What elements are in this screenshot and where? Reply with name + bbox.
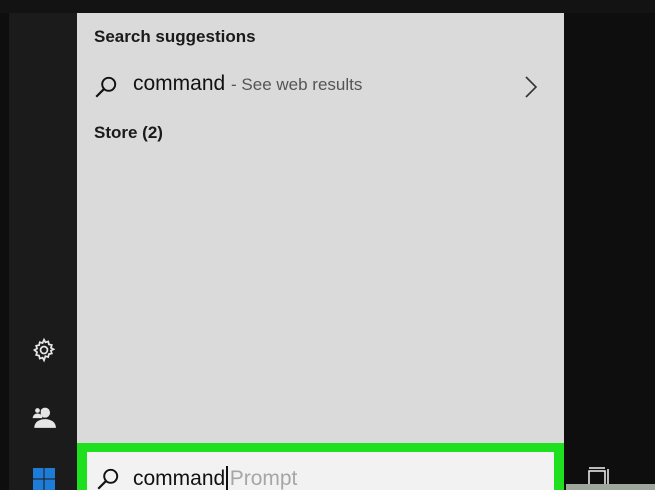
search-icon (95, 76, 117, 98)
web-suggestion-row[interactable]: command - See web results (77, 65, 564, 107)
chevron-right-icon[interactable] (521, 74, 541, 100)
search-input-text: command Prompt (133, 466, 297, 490)
search-icon (97, 468, 119, 490)
search-input-placeholder: Prompt (229, 467, 298, 490)
suggestion-query: command (133, 72, 226, 95)
suggestion-subtext: - See web results (231, 75, 363, 94)
search-highlight-frame: command Prompt (77, 443, 564, 490)
search-input[interactable]: command Prompt (87, 452, 554, 490)
windows-logo-icon[interactable] (31, 466, 57, 490)
text-caret (226, 466, 228, 490)
top-bar (0, 0, 655, 13)
start-rail (9, 13, 77, 490)
gear-icon-graphic (32, 337, 56, 363)
desktop-background-strip (566, 484, 655, 490)
search-suggestions-header: Search suggestions (94, 27, 256, 46)
suggestion-text: command - See web results (133, 72, 362, 96)
search-results-panel: Search suggestions command - See web res… (77, 13, 564, 490)
store-header[interactable]: Store (2) (94, 123, 163, 143)
gear-icon[interactable] (31, 337, 57, 363)
search-input-value: command (133, 467, 226, 490)
screen: Search suggestions command - See web res… (0, 0, 655, 490)
user-icon-graphic (32, 406, 56, 428)
windows-logo-graphic (33, 468, 55, 490)
user-icon[interactable] (31, 404, 57, 430)
